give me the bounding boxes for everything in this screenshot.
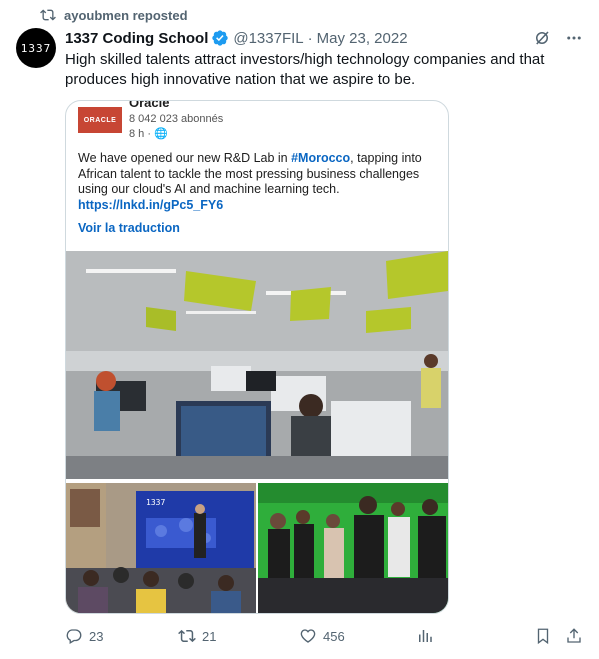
org-name: Oracle xyxy=(129,100,170,110)
post-link: https://lnkd.in/gPc5_FY6 xyxy=(78,198,224,212)
presentation-photo: 1337 xyxy=(66,483,256,613)
reply-icon xyxy=(66,629,82,644)
bookmark-button[interactable] xyxy=(534,627,552,645)
repost-icon xyxy=(178,629,196,643)
post-body: We have opened our new R&D Lab in #Moroc… xyxy=(78,151,428,198)
team-photo xyxy=(258,483,448,613)
like-button[interactable]: 456 xyxy=(299,627,345,645)
more-options-icon[interactable] xyxy=(565,29,583,47)
tweet-date[interactable]: May 23, 2022 xyxy=(317,30,408,47)
repost-indicator[interactable]: ayoubmen reposted xyxy=(40,6,188,24)
repost-icon xyxy=(40,9,56,21)
linkedin-post-screenshot: ORACLE Oracle 8 042 023 abonnés 8 h · 🌐 … xyxy=(66,101,448,251)
media-card[interactable]: ORACLE Oracle 8 042 023 abonnés 8 h · 🌐 … xyxy=(65,100,449,614)
translate-link: Voir la traduction xyxy=(78,221,180,235)
author-name[interactable]: 1337 Coding School xyxy=(65,30,208,47)
avatar[interactable]: 1337 xyxy=(16,28,56,68)
repost-count: 21 xyxy=(202,628,217,644)
reply-count: 23 xyxy=(89,628,104,644)
separator-dot: · xyxy=(307,29,313,47)
avatar-text: 1337 xyxy=(20,41,52,55)
oracle-logo-text: ORACLE xyxy=(83,116,117,124)
org-followers: 8 042 023 abonnés xyxy=(129,113,224,125)
post-hashtag: #Morocco xyxy=(291,151,351,165)
share-icon xyxy=(567,628,581,643)
analytics-icon xyxy=(419,630,432,642)
author-handle[interactable]: @1337FIL xyxy=(233,30,303,47)
like-count: 456 xyxy=(323,628,345,644)
lab-photo xyxy=(66,251,448,479)
action-bar: 23 21 456 xyxy=(65,626,583,646)
post-body-before: We have opened our new R&D Lab in xyxy=(78,151,292,165)
verified-badge-icon[interactable] xyxy=(211,29,229,47)
grok-icon[interactable] xyxy=(533,29,551,47)
views-button[interactable] xyxy=(416,627,434,645)
repost-button[interactable]: 21 xyxy=(178,627,216,645)
tweet-text: High skilled talents attract investors/h… xyxy=(65,51,545,88)
reply-button[interactable]: 23 xyxy=(65,627,103,645)
repost-label: ayoubmen reposted xyxy=(64,7,188,23)
bookmark-icon xyxy=(537,628,549,645)
share-button[interactable] xyxy=(565,627,583,645)
tweet-header: 1337 Coding School @1337FIL · May 23, 20… xyxy=(65,28,583,48)
org-post-time: 8 h · 🌐 xyxy=(129,128,168,140)
screen-logo-text: 1337 xyxy=(146,498,165,507)
oracle-logo: ORACLE xyxy=(78,107,122,133)
heart-icon xyxy=(300,629,316,643)
